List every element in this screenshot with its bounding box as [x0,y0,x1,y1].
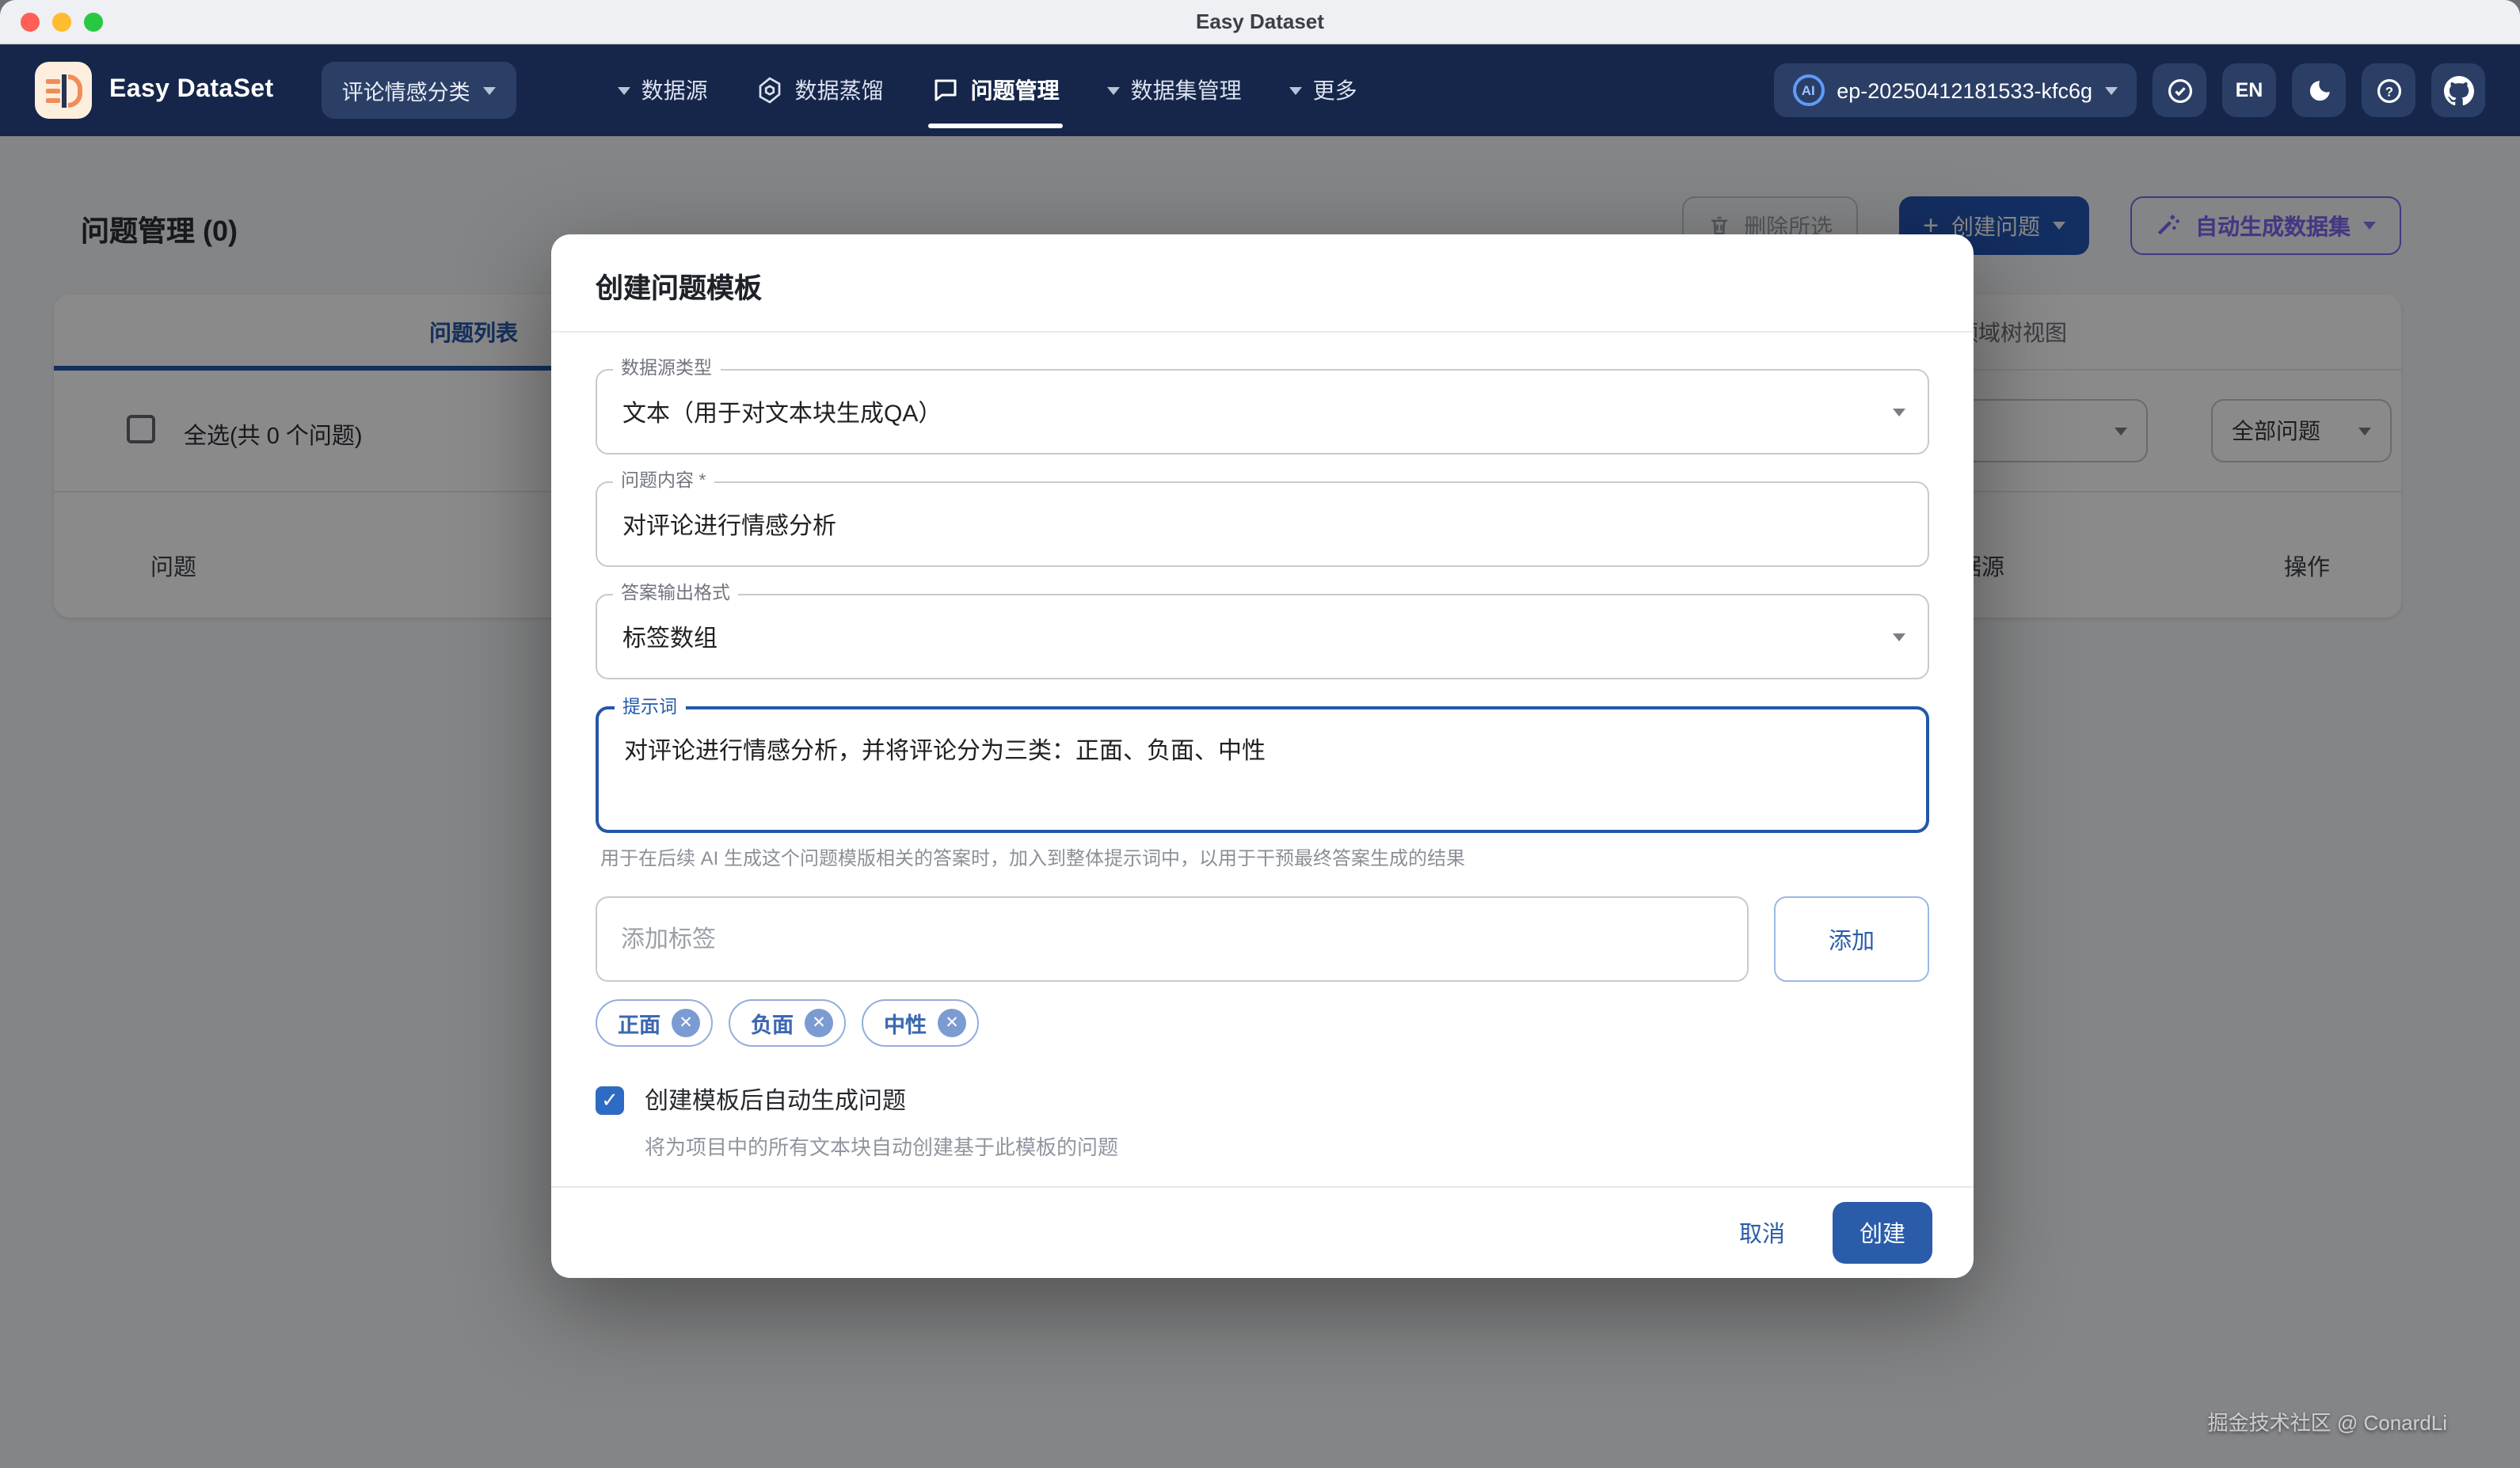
dark-mode-button[interactable] [2292,63,2346,117]
nav-label: 数据蒸馏 [795,74,884,106]
question-content-input[interactable]: 问题内容 * 对评论进行情感分析 [596,481,1929,567]
nav-item-datasets[interactable]: 数据集管理 [1107,44,1242,136]
svg-text:?: ? [2385,83,2392,98]
titlebar: Easy Dataset [0,0,2520,44]
nav-label: 问题管理 [971,74,1060,106]
window-title: Easy Dataset [1196,10,1324,33]
moon-icon [2305,77,2332,104]
add-tag-button[interactable]: 添加 [1774,896,1929,982]
app-logo-icon [35,62,92,119]
chevron-down-icon [1893,633,1905,641]
auto-generate-checkbox[interactable]: ✓ [596,1086,624,1114]
field-value: 标签数组 [622,620,718,653]
field-value: 对评论进行情感分析 [622,508,836,541]
field-label: 数据源类型 [613,358,720,380]
project-selector[interactable]: 评论情感分类 [322,62,516,119]
tag-chips: 正面 ✕ 负面 ✕ 中性 ✕ [596,999,1929,1047]
chevron-down-icon [1289,86,1302,94]
field-value: 文本（用于对文本块生成QA） [622,395,942,428]
prompt-helper-text: 用于在后续 AI 生成这个问题模版相关的答案时，加入到整体提示词中，以用于干预最… [600,844,1929,871]
answer-format-select[interactable]: 答案输出格式 标签数组 [596,594,1929,679]
create-template-modal: 创建问题模板 数据源类型 文本（用于对文本块生成QA） 问题内容 * 对评论进行… [551,234,1974,1278]
remove-tag-icon[interactable]: ✕ [938,1009,966,1037]
modal-footer: 取消 创建 [551,1186,1974,1278]
field-value: 对评论进行情感分析，并将评论分为三类：正面、负面、中性 [624,733,1266,766]
watermark: 掘金技术社区 @ ConardLi [2208,1406,2447,1436]
brand-name: Easy DataSet [109,76,274,105]
tag-chip[interactable]: 负面 ✕ [729,999,846,1047]
navbar: Easy DataSet 评论情感分类 数据源 数据蒸馏 问题管理 [0,44,2520,136]
tag-chip[interactable]: 正面 ✕ [596,999,713,1047]
nav-label: 数据集管理 [1131,74,1242,106]
chevron-down-icon [483,86,496,94]
help-button[interactable]: ? [2362,63,2415,117]
modal-title: 创建问题模板 [551,234,1974,331]
nav-item-distill[interactable]: 数据蒸馏 [756,44,884,136]
close-window-button[interactable] [21,13,40,32]
remove-tag-icon[interactable]: ✕ [672,1009,700,1037]
add-tag-input[interactable] [596,896,1749,982]
cancel-button[interactable]: 取消 [1723,1204,1801,1262]
navbar-right: AI ep-20250412181533-kfc6g EN ? [1773,63,2485,117]
active-tab-underline [928,123,1063,128]
auto-generate-row: ✓ 创建模板后自动生成问题 [596,1083,1929,1116]
modal-body: 数据源类型 文本（用于对文本块生成QA） 问题内容 * 对评论进行情感分析 答案… [551,333,1974,1186]
model-name: ep-20250412181533-kfc6g [1837,78,2092,102]
tag-row: 添加 [596,896,1929,982]
field-label: 提示词 [615,697,685,719]
tag-label: 负面 [751,1007,794,1039]
chevron-down-icon [1107,86,1120,94]
check-circle-icon [2164,75,2195,105]
traffic-lights [21,13,103,32]
tag-label: 正面 [618,1007,660,1039]
task-status-button[interactable] [2153,63,2206,117]
app-window: Easy Dataset Easy DataSet 评论情感分类 数据源 数据蒸… [0,0,2520,1468]
nav-item-more[interactable]: 更多 [1289,44,1357,136]
remove-tag-icon[interactable]: ✕ [805,1009,833,1037]
question-circle-icon: ? [2373,75,2404,105]
language-label: EN [2236,79,2263,101]
field-label: 问题内容 * [613,470,714,493]
github-button[interactable] [2431,63,2485,117]
create-button[interactable]: 创建 [1833,1202,1932,1264]
tag-chip[interactable]: 中性 ✕ [862,999,979,1047]
prompt-textarea[interactable]: 提示词 对评论进行情感分析，并将评论分为三类：正面、负面、中性 [596,706,1929,833]
tag-label: 中性 [884,1007,927,1039]
main-nav: 数据源 数据蒸馏 问题管理 数据集管理 更多 [618,44,1357,136]
distill-icon [756,76,784,105]
datasource-type-select[interactable]: 数据源类型 文本（用于对文本块生成QA） [596,369,1929,454]
checkbox-helper-text: 将为项目中的所有文本块自动创建基于此模板的问题 [645,1131,1929,1161]
github-icon [2443,75,2473,105]
nav-label: 数据源 [641,74,708,106]
zoom-window-button[interactable] [84,13,103,32]
nav-item-datasource[interactable]: 数据源 [618,44,708,136]
ai-icon: AI [1792,74,1824,106]
nav-label: 更多 [1313,74,1357,106]
project-name: 评论情感分类 [342,74,470,106]
chevron-down-icon [2105,86,2118,94]
language-toggle-button[interactable]: EN [2222,63,2276,117]
chat-icon [931,76,960,105]
field-label: 答案输出格式 [613,583,738,605]
minimize-window-button[interactable] [52,13,71,32]
chevron-down-icon [1893,408,1905,416]
chevron-down-icon [618,86,630,94]
checkbox-label: 创建模板后自动生成问题 [645,1083,906,1116]
nav-item-questions[interactable]: 问题管理 [931,44,1060,136]
model-selector[interactable]: AI ep-20250412181533-kfc6g [1773,63,2137,117]
